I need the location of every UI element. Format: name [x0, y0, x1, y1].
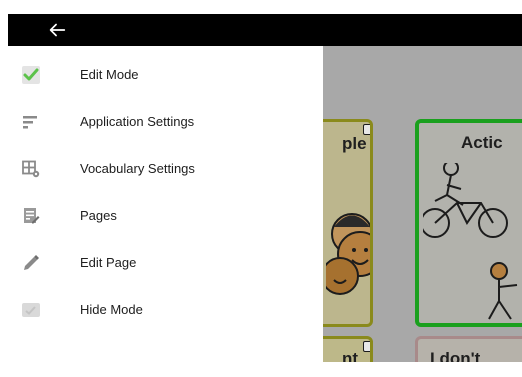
menu-item-label: Vocabulary Settings — [80, 161, 195, 176]
menu-item-label: Pages — [80, 208, 117, 223]
vocabulary-board: ple Actic nt I don't — [323, 46, 522, 362]
cyclist-illustration — [423, 163, 518, 320]
tile-want-label: nt — [342, 349, 359, 362]
menu-item-label: Hide Mode — [80, 302, 143, 317]
menu-item-edit-page[interactable]: Edit Page — [8, 240, 323, 286]
navigation-drawer: Edit Mode Application Settings Vocabular… — [8, 46, 323, 362]
faces-illustration — [326, 213, 370, 295]
top-app-bar — [8, 14, 522, 46]
tile-actions[interactable]: Actic — [415, 119, 522, 327]
app-screen: ple Actic nt I don't Edit Mode Applicati… — [0, 0, 522, 377]
folder-corner-icon — [363, 341, 370, 352]
tile-actions-label: Actic — [461, 133, 503, 152]
menu-item-hide-mode[interactable]: Hide Mode — [8, 287, 323, 333]
menu-item-label: Edit Page — [80, 255, 137, 270]
tile-i-dont[interactable]: I don't — [415, 336, 522, 362]
hide-icon — [22, 303, 40, 317]
menu-item-pages[interactable]: Pages — [8, 193, 323, 239]
tile-i-dont-label: I don't — [430, 349, 481, 362]
back-arrow-icon[interactable] — [46, 19, 68, 41]
folder-corner-icon — [363, 124, 370, 135]
menu-item-vocabulary-settings[interactable]: Vocabulary Settings — [8, 146, 323, 192]
pages-edit-icon — [24, 208, 40, 224]
checkmark-icon — [22, 66, 40, 84]
sort-lines-icon — [23, 116, 37, 129]
menu-item-edit-mode[interactable]: Edit Mode — [8, 52, 323, 98]
menu-item-application-settings[interactable]: Application Settings — [8, 99, 323, 145]
grid-settings-icon — [22, 160, 40, 178]
tile-people[interactable]: ple — [323, 119, 373, 327]
menu-item-label: Edit Mode — [80, 67, 139, 82]
menu-item-label: Application Settings — [80, 114, 195, 129]
pencil-icon — [24, 255, 39, 270]
tile-want[interactable]: nt — [323, 336, 373, 362]
tile-people-label: ple — [342, 134, 367, 153]
